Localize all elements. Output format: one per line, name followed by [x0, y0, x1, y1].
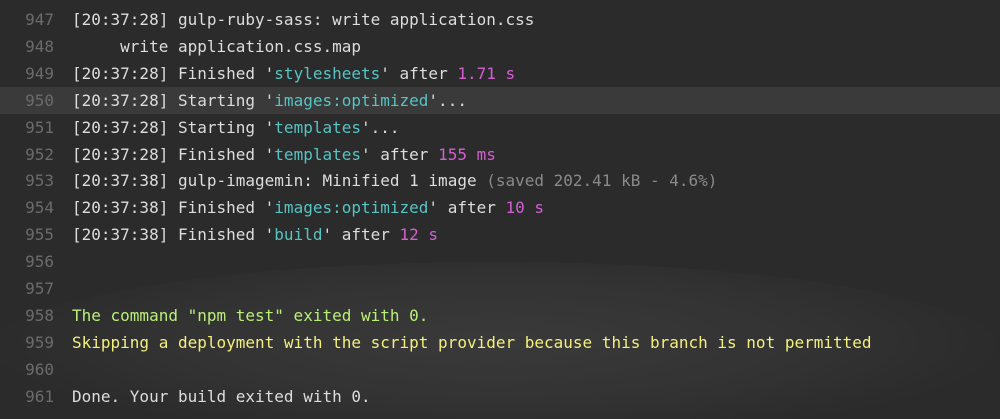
log-text-segment: Finished '	[177, 225, 275, 245]
log-line: 961 Done. Your build exited with 0.	[0, 383, 1000, 410]
log-text-segment: gulp-imagemin: Minified 1 image	[177, 171, 487, 191]
line-number[interactable]: 949	[0, 60, 54, 87]
log-text-segment: '...	[361, 117, 400, 137]
log-line: 955 [20:37:38] Finished 'build' after 12 …	[0, 221, 1000, 248]
log-text-segment: The command "npm test" exited with 0.	[72, 305, 429, 325]
line-number[interactable]: 950	[0, 87, 54, 114]
line-number[interactable]: 953	[0, 167, 54, 194]
log-line: 953 [20:37:38] gulp-imagemin: Minified 1 …	[0, 167, 1000, 194]
log-text-segment: [20:37:38]	[72, 198, 178, 218]
log-text-segment: Finished '	[177, 63, 275, 83]
line-number[interactable]: 954	[0, 194, 54, 221]
log-text-segment: Finished '	[177, 144, 275, 164]
log-text-segment: templates	[274, 117, 361, 137]
build-log[interactable]: 947 [20:37:28] gulp-ruby-sass: write appl…	[0, 0, 1000, 419]
log-text-segment: Starting '	[177, 90, 275, 110]
log-text-segment: Done. Your build exited with 0.	[72, 386, 371, 406]
log-line: 952 [20:37:28] Finished 'templates' after…	[0, 141, 1000, 168]
log-text-segment: [20:37:38]	[72, 171, 178, 191]
line-number[interactable]: 947	[0, 6, 54, 33]
log-text-segment: [20:37:28]	[72, 117, 178, 137]
log-line: 951 [20:37:28] Starting 'templates'...	[0, 114, 1000, 141]
log-text-segment: Starting '	[177, 117, 275, 137]
log-line: 957	[0, 275, 1000, 302]
log-text-segment: 10 s	[505, 198, 545, 218]
log-text-segment: 155 ms	[438, 144, 496, 164]
log-text-segment: Skipping a deployment with the script pr…	[72, 332, 872, 352]
line-number[interactable]: 961	[0, 383, 54, 410]
log-line: 947 [20:37:28] gulp-ruby-sass: write appl…	[0, 6, 1000, 33]
log-text-segment: images:optimized	[274, 90, 429, 110]
log-line: 954 [20:37:38] Finished 'images:optimized…	[0, 194, 1000, 221]
log-line: 960	[0, 356, 1000, 383]
line-number[interactable]: 957	[0, 275, 54, 302]
line-number[interactable]: 958	[0, 302, 54, 329]
line-number[interactable]: 955	[0, 221, 54, 248]
line-number[interactable]: 952	[0, 141, 54, 168]
line-number[interactable]: 956	[0, 248, 54, 275]
log-text-segment: ' after	[322, 225, 400, 245]
log-text-segment: stylesheets	[274, 63, 381, 83]
log-text-segment: templates	[274, 144, 361, 164]
log-text-segment: [20:37:28]	[72, 90, 178, 110]
line-number[interactable]: 948	[0, 33, 54, 60]
log-text-segment: [20:37:28]	[72, 144, 178, 164]
log-text-segment: '...	[428, 90, 467, 110]
log-line: 949 [20:37:28] Finished 'stylesheets' aft…	[0, 60, 1000, 87]
log-text-segment: [20:37:38]	[72, 225, 178, 245]
log-line: 958 The command "npm test" exited with 0.	[0, 302, 1000, 329]
log-text-segment: 12 s	[399, 225, 439, 245]
log-text-segment: build	[274, 225, 323, 245]
line-number[interactable]: 959	[0, 329, 54, 356]
log-text-segment: write application.css.map	[72, 36, 361, 56]
log-text-segment: Finished '	[177, 198, 275, 218]
log-line: 959 Skipping a deployment with the script…	[0, 329, 1000, 356]
log-line: 948 write application.css.map	[0, 33, 1000, 60]
log-text-segment: ' after	[380, 63, 458, 83]
log-text-segment: 1.71 s	[457, 63, 516, 83]
log-text-segment: ' after	[361, 144, 439, 164]
log-text-segment: ' after	[428, 198, 506, 218]
line-number[interactable]: 951	[0, 114, 54, 141]
log-text-segment: (saved 202.41 kB - 4.6%)	[486, 171, 718, 191]
log-line: 950 [20:37:28] Starting 'images:optimized…	[0, 86, 1000, 114]
line-number[interactable]: 960	[0, 356, 54, 383]
log-text-segment: images:optimized	[274, 198, 429, 218]
log-text-segment: [20:37:28]	[72, 10, 178, 29]
log-line: 956	[0, 248, 1000, 275]
log-text-segment: gulp-ruby-sass: write application.css	[177, 10, 535, 29]
log-text-segment: [20:37:28]	[72, 63, 178, 83]
